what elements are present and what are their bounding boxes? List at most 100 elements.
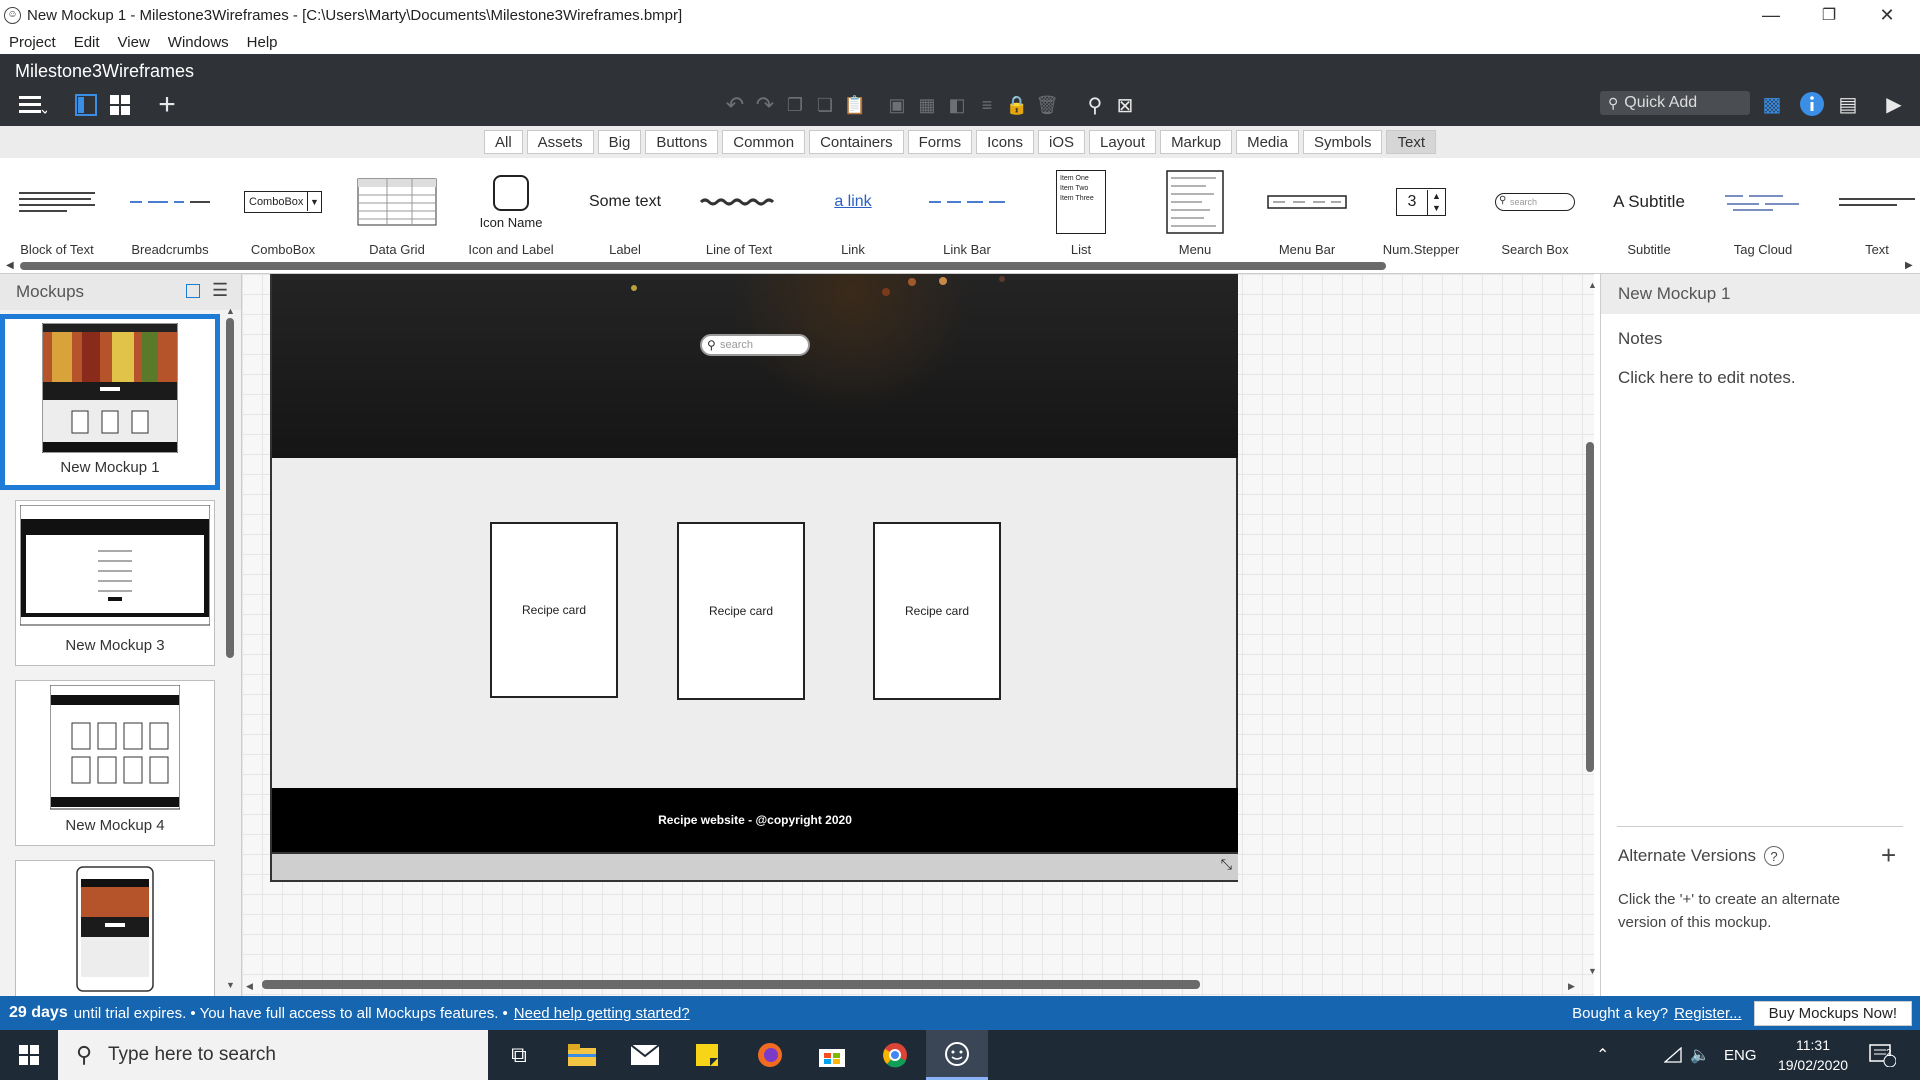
filter-buttons[interactable]: Buttons [645,130,719,154]
filter-common[interactable]: Common [722,130,806,154]
arrange-icon[interactable]: ◧ [944,92,970,118]
mockup-canvas[interactable]: ⚲ search Recipe card Recipe card Recipe … [242,274,1597,996]
undo-icon[interactable]: ↶ [722,92,748,118]
add-alternate-version-icon[interactable]: + [1881,840,1896,871]
library-scroll-left-icon[interactable]: ◀ [6,260,14,271]
lib-list[interactable]: Item One Item Two Item Three List [1026,168,1136,260]
assets-icon[interactable]: ▩ [1758,90,1786,118]
mockup-title[interactable]: New Mockup 1 [1618,284,1730,304]
lib-label[interactable]: Some text Label [570,168,680,260]
firefox-icon[interactable] [739,1030,801,1080]
find-icon[interactable]: ⚲ [1082,92,1108,118]
mail-icon[interactable] [614,1030,676,1080]
lib-icon-and-label[interactable]: Icon Name Icon and Label [456,168,566,260]
add-mockup-icon[interactable]: + [152,88,182,121]
lib-breadcrumbs[interactable]: Breadcrumbs [115,168,225,260]
quick-add-input[interactable]: ⚲ Quick Add [1600,91,1750,115]
filter-big[interactable]: Big [597,130,642,154]
lib-link-bar[interactable]: Link Bar [912,168,1022,260]
filter-markup[interactable]: Markup [1160,130,1233,154]
minimize-button[interactable]: — [1742,0,1800,30]
edit-notes-area[interactable]: Click here to edit notes. [1618,368,1796,388]
lib-subtitle[interactable]: A Subtitle Subtitle [1594,168,1704,260]
lib-tag-cloud[interactable]: Tag Cloud [1708,168,1818,260]
mockups-panel-scrollbar[interactable] [226,318,234,658]
library-scrollbar[interactable] [20,262,1386,270]
menu-project[interactable]: Project [0,34,65,51]
recipe-card-2[interactable]: Recipe card [677,522,805,700]
menu-windows[interactable]: Windows [159,34,238,51]
lib-line-of-text[interactable]: Line of Text [684,168,794,260]
paste-icon[interactable]: 📋 [842,92,868,118]
help-icon[interactable]: ? [1763,846,1784,866]
wireframe-hero-image[interactable]: ⚲ search [272,274,1238,458]
wireframe-footer[interactable]: Recipe website - @copyright 2020 [272,788,1238,852]
task-view-icon[interactable]: ⧉ [488,1030,550,1080]
mockup-thumb-4[interactable]: New Mockup 4 [15,680,215,846]
lib-menu-bar[interactable]: Menu Bar [1252,168,1362,260]
info-icon[interactable] [1798,90,1826,118]
align-icon[interactable]: ≡ [974,92,1000,118]
fullscreen-icon[interactable]: ⊠ [1112,92,1138,118]
canvas-scroll-left-icon[interactable]: ◀ [246,981,253,992]
filter-icons[interactable]: Icons [976,130,1034,154]
lib-text[interactable]: Text [1822,168,1920,260]
mockup-thumb-3[interactable]: New Mockup 3 [15,500,215,666]
mockups-thumbnail-view-icon[interactable] [186,284,200,298]
copy-icon[interactable]: ❐ [782,92,808,118]
balsamiq-app-icon[interactable] [926,1030,988,1080]
sticky-notes-icon[interactable] [676,1030,738,1080]
lib-menu[interactable]: Menu [1140,168,1250,260]
library-scroll-right-icon[interactable]: ▶ [1905,260,1913,271]
lib-combobox[interactable]: ComboBox ▼ ComboBox [228,168,338,260]
help-getting-started-link[interactable]: Need help getting started? [514,1005,690,1022]
filter-all[interactable]: All [483,130,523,154]
mockup-thumb-5[interactable] [15,860,215,1000]
mockup-thumb-1[interactable]: New Mockup 1 [0,314,220,490]
filter-text[interactable]: Text [1386,130,1436,154]
hamburger-menu-icon[interactable] [14,92,50,118]
menu-view[interactable]: View [109,34,159,51]
filter-layout[interactable]: Layout [1089,130,1157,154]
group-icon[interactable]: ▣ [884,92,910,118]
network-icon[interactable] [1664,1030,1682,1080]
lib-data-grid[interactable]: Data Grid [342,168,452,260]
store-icon[interactable] [801,1030,863,1080]
file-explorer-icon[interactable] [551,1030,613,1080]
canvas-horizontal-scrollbar[interactable] [262,980,1200,989]
tray-chevron-icon[interactable]: ⌃ [1596,1030,1609,1080]
filter-containers[interactable]: Containers [809,130,904,154]
notifications-icon[interactable]: 2 [1868,1030,1896,1080]
close-button[interactable]: ✕ [1858,0,1916,30]
filter-media[interactable]: Media [1236,130,1299,154]
lib-num-stepper[interactable]: 3 ▲ ▼ Num.Stepper [1366,168,1476,260]
grid-view-icon[interactable] [108,92,132,118]
clock[interactable]: 11:31 19/02/2020 [1770,1030,1856,1080]
windows-start-icon[interactable] [0,1030,58,1080]
mockups-list-view-icon[interactable]: ☰ [212,280,228,301]
resize-handle-icon[interactable]: ⤡ [1221,856,1232,873]
filter-symbols[interactable]: Symbols [1302,130,1383,154]
canvas-vertical-scrollbar[interactable] [1584,282,1594,972]
redo-icon[interactable]: ↷ [752,92,778,118]
ungroup-icon[interactable]: ▦ [914,92,940,118]
buy-mockups-button[interactable]: Buy Mockups Now! [1753,1000,1912,1026]
restore-button[interactable]: ❐ [1800,0,1858,30]
lib-link[interactable]: a link Link [798,168,908,260]
canvas-scroll-right-icon[interactable]: ▶ [1568,981,1575,992]
presentation-icon[interactable]: ▶ [1880,90,1908,118]
taskbar-search-box[interactable]: ⚲ Type here to search [58,1030,488,1080]
properties-icon[interactable]: ▤ [1834,90,1862,118]
register-link[interactable]: Register... [1674,1005,1742,1022]
wireframe-browser-window[interactable]: ⚲ search Recipe card Recipe card Recipe … [270,274,1238,882]
lib-block-of-text[interactable]: Block of Text [2,168,112,260]
filter-assets[interactable]: Assets [526,130,594,154]
chrome-icon[interactable] [864,1030,926,1080]
mockups-scroll-up-icon[interactable]: ▲ [226,306,235,316]
delete-icon[interactable]: 🗑 [1034,92,1060,118]
filter-ios[interactable]: iOS [1038,130,1086,154]
single-view-icon[interactable] [74,92,98,118]
wireframe-search-box[interactable]: ⚲ search [700,334,810,356]
filter-forms[interactable]: Forms [907,130,973,154]
menu-help[interactable]: Help [238,34,287,51]
